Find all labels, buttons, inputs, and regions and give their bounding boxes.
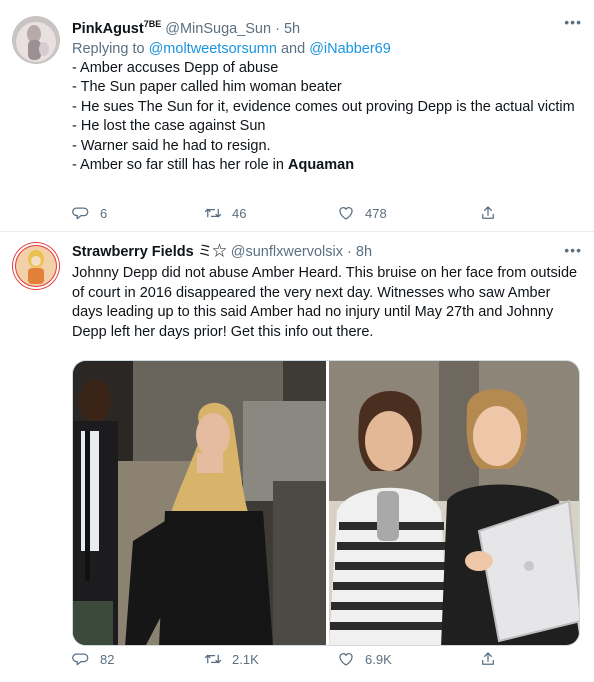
avatar-image: [12, 16, 60, 64]
separator-dot: ·: [275, 20, 280, 37]
tweet-text-line: - Amber so far still has her role in Aqu…: [72, 156, 582, 176]
reply-count: 6: [100, 205, 108, 221]
heart-outline-icon: [339, 653, 353, 666]
tweet-text-line: - He lost the case against Sun: [72, 118, 266, 135]
avatar[interactable]: [12, 16, 60, 64]
tweet-pinkagust[interactable]: PinkAgust7BE @MinSuga_Sun · 5h ••• Reply…: [0, 0, 594, 232]
tweet-content: Strawberry Fields ミ☆ @sunflxwervolsix · …: [72, 242, 582, 646]
name-badge: 7BE: [143, 19, 162, 29]
user-handle[interactable]: @sunflxwervolsix: [231, 244, 343, 260]
bold-word: Aquaman: [287, 157, 355, 174]
mention-link[interactable]: @iNabber69: [309, 41, 391, 57]
reply-button[interactable]: 6: [72, 204, 107, 222]
replying-to: Replying to @moltweetsorsumn and @iNabbe…: [72, 39, 582, 59]
tweet-text-line-last: - Amber so far still has her role in: [72, 157, 284, 174]
retweet-button[interactable]: 46: [204, 204, 246, 222]
mention-link[interactable]: @moltweetsorsumn: [149, 41, 277, 57]
comment-bubble-icon: [72, 653, 89, 666]
heart-outline-icon: [339, 207, 353, 220]
retweet-arrows-icon: [204, 208, 222, 218]
display-name[interactable]: PinkAgust: [72, 21, 144, 37]
share-upload-icon: [482, 652, 494, 665]
more-dots-icon[interactable]: •••: [564, 12, 582, 32]
like-button[interactable]: 6.9K: [337, 650, 392, 668]
user-handle[interactable]: @MinSuga_Sun: [165, 21, 271, 37]
more-dots-icon[interactable]: •••: [564, 240, 582, 260]
retweet-count: 2.1K: [232, 651, 259, 667]
like-count: 6.9K: [365, 651, 392, 667]
share-upload-icon: [482, 206, 494, 219]
tweet-actions: 82 2.1K 6.9K: [72, 650, 512, 670]
avatar[interactable]: [12, 242, 60, 290]
tweet-content: PinkAgust7BE @MinSuga_Sun · 5h ••• Reply…: [72, 14, 582, 176]
share-button[interactable]: [479, 650, 497, 668]
tweet-text: - Amber accuses Depp of abuse - The Sun …: [72, 59, 582, 176]
timestamp[interactable]: 5h: [284, 21, 300, 37]
name-glyphs: ミ☆: [197, 244, 227, 260]
tweet-strawberry-fields[interactable]: Strawberry Fields ミ☆ @sunflxwervolsix · …: [0, 232, 594, 682]
like-count: 478: [365, 205, 387, 221]
tweet-text-line: - The Sun paper called him woman beater: [72, 79, 342, 96]
avatar-image: [12, 242, 60, 290]
display-name[interactable]: Strawberry Fields: [72, 244, 194, 260]
replying-to-label: Replying to: [72, 40, 145, 57]
photo-two-women[interactable]: [329, 361, 580, 646]
comment-bubble-icon: [72, 207, 89, 220]
reply-button[interactable]: 82: [72, 650, 114, 668]
retweet-arrows-icon: [204, 654, 222, 664]
tweet-text-line: - He sues The Sun for it, evidence comes…: [72, 98, 575, 115]
tweet-actions: 6 46 478: [72, 204, 512, 224]
replying-to-and: and: [280, 40, 306, 57]
photo-amber-court[interactable]: [73, 361, 326, 646]
tweet-text-line: - Amber accuses Depp of abuse: [72, 59, 279, 76]
like-button[interactable]: 478: [337, 204, 387, 222]
retweet-count: 46: [232, 205, 247, 221]
separator-dot: ·: [347, 244, 352, 260]
timestamp[interactable]: 8h: [356, 244, 372, 260]
tweet-header: PinkAgust7BE @MinSuga_Sun · 5h •••: [72, 14, 582, 39]
retweet-button[interactable]: 2.1K: [204, 650, 259, 668]
reply-count: 82: [100, 651, 115, 667]
tweet-text-line: - Warner said he had to resign.: [72, 137, 271, 154]
tweet-text: Johnny Depp did not abuse Amber Heard. T…: [72, 265, 578, 340]
tweet-media[interactable]: [72, 360, 580, 646]
tweet-header: Strawberry Fields ミ☆ @sunflxwervolsix · …: [72, 242, 582, 262]
share-button[interactable]: [479, 204, 497, 222]
